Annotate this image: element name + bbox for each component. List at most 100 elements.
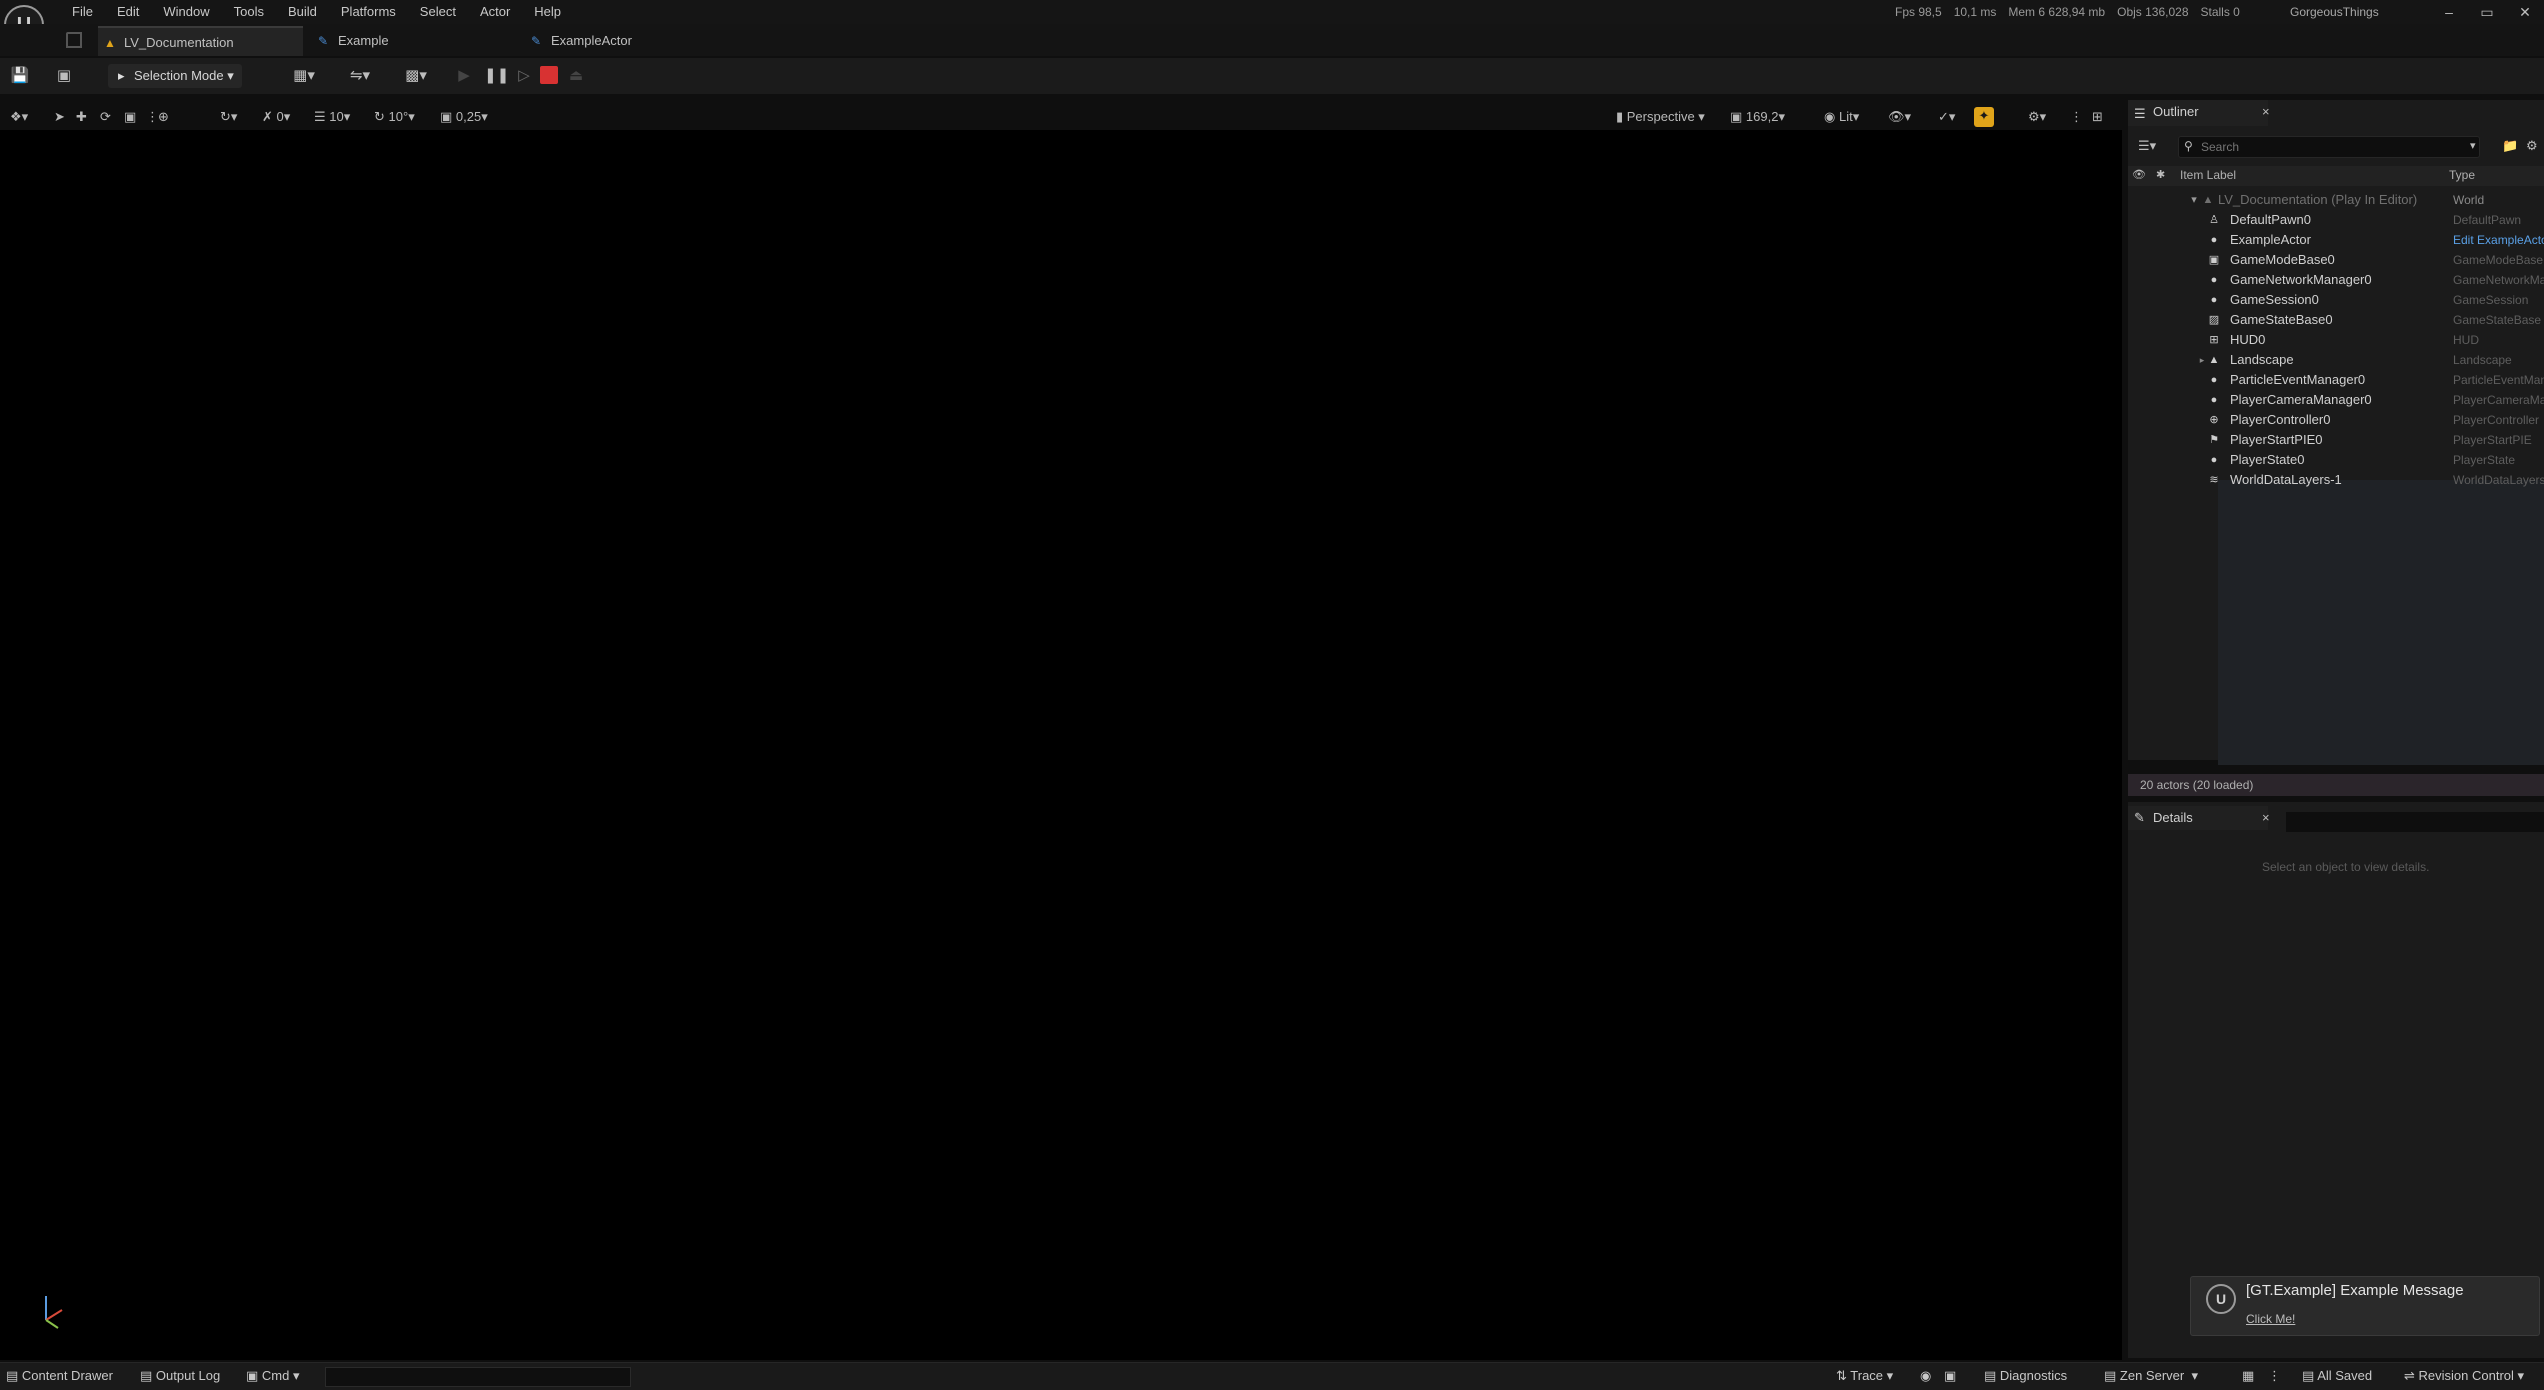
source-control-icon[interactable]: ▦	[2242, 1368, 2254, 1384]
expand-arrow-icon[interactable]: ▸	[2196, 354, 2208, 366]
world-row[interactable]: ▾ ▲ LV_Documentation (Play In Editor) Wo…	[2128, 190, 2544, 210]
all-saved-button[interactable]: ▤ All Saved	[2302, 1368, 2372, 1384]
selection-mode-dropdown[interactable]: Selection Mode ▾	[108, 64, 242, 88]
settings-gear-icon[interactable]: ⚙▾	[2028, 108, 2046, 126]
tab-lv-documentation[interactable]: ▲ LV_Documentation	[98, 26, 303, 56]
filter-icon[interactable]: ☰▾	[2138, 138, 2156, 154]
expand-arrow-icon[interactable]: ▾	[2188, 194, 2200, 206]
column-item-label[interactable]: Item Label	[2180, 168, 2236, 182]
chevron-down-icon[interactable]: ▾	[2470, 139, 2476, 152]
output-log-button[interactable]: ▤ Output Log	[140, 1368, 220, 1384]
camera-speed-dropdown[interactable]: ▣ 169,2▾	[1730, 108, 1785, 126]
more-options-icon[interactable]: ⋮	[2268, 1368, 2281, 1384]
details-close-button[interactable]: ×	[2262, 810, 2270, 825]
toast-click-me-link[interactable]: Click Me!	[2246, 1312, 2295, 1326]
outliner-title: Outliner	[2153, 104, 2199, 119]
blueprints-icon[interactable]: ⇋▾	[344, 66, 376, 86]
perspective-dropdown[interactable]: ▮ Perspective ▾	[1616, 108, 1705, 126]
add-folder-icon[interactable]: 📁	[2502, 138, 2518, 154]
outliner-row[interactable]: ● ParticleEventManager0 ParticleEventMan…	[2128, 370, 2544, 390]
details-title: Details	[2153, 810, 2193, 825]
realtime-icon[interactable]: ✓▾	[1938, 108, 1955, 126]
menu-file[interactable]: File	[60, 0, 105, 24]
outliner-settings-icon[interactable]: ⚙	[2526, 138, 2538, 154]
outliner-row[interactable]: ▸ ▲ Landscape Landscape	[2128, 350, 2544, 370]
play-icon[interactable]: ▶	[454, 66, 474, 86]
outliner-row[interactable]: ● PlayerState0 PlayerState	[2128, 450, 2544, 470]
step-frame-button[interactable]: ▷	[514, 66, 534, 86]
console-command-input[interactable]	[325, 1367, 631, 1387]
rotate-icon[interactable]: ⟳	[100, 108, 111, 126]
select-icon[interactable]: ➤	[54, 108, 65, 126]
outliner-row[interactable]: ● ExampleActor Edit ExampleActor	[2128, 230, 2544, 250]
tab-example-actor[interactable]: ✎ ExampleActor	[525, 26, 715, 56]
trace-dropdown[interactable]: ⇅ Trace ▾	[1836, 1368, 1893, 1384]
show-flags-icon[interactable]: 👁▾	[1888, 108, 1911, 126]
menu-edit[interactable]: Edit	[105, 0, 151, 24]
outliner-row[interactable]: ▨ GameStateBase0 GameStateBase	[2128, 310, 2544, 330]
visibility-eye-icon[interactable]: 👁	[2132, 168, 2146, 181]
menu-platforms[interactable]: Platforms	[329, 0, 408, 24]
outliner-row[interactable]: ● GameNetworkManager0 GameNetworkManager	[2128, 270, 2544, 290]
outliner-row[interactable]: ⊕ PlayerController0 PlayerController	[2128, 410, 2544, 430]
column-type[interactable]: Type	[2449, 168, 2475, 182]
tab-example[interactable]: ✎ Example	[312, 26, 502, 56]
outliner-row[interactable]: ● PlayerCameraManager0 PlayerCameraManag…	[2128, 390, 2544, 410]
scale-icon[interactable]: ▣	[124, 108, 136, 126]
browse-icon[interactable]: ▣	[54, 66, 74, 86]
translate-icon[interactable]: ✚	[76, 108, 87, 126]
save-icon[interactable]: 💾	[10, 66, 30, 86]
outliner-search-input[interactable]	[2178, 136, 2480, 158]
eject-button[interactable]: ⏏	[566, 66, 586, 86]
details-tab[interactable]	[2128, 806, 2268, 830]
close-window-button[interactable]: ✕	[2506, 1, 2544, 23]
add-actor-icon[interactable]: ▦▾	[288, 66, 320, 86]
stop-button[interactable]	[540, 66, 558, 84]
menu-help[interactable]: Help	[522, 0, 573, 24]
rotate-snap-toggle[interactable]: ↻ 10°▾	[374, 108, 415, 126]
world-space-icon[interactable]: ⊕	[158, 108, 169, 126]
menu-select[interactable]: Select	[408, 0, 468, 24]
level-viewport[interactable]	[0, 130, 2122, 1360]
menu-actor[interactable]: Actor	[468, 0, 522, 24]
minimize-button[interactable]: –	[2430, 1, 2468, 23]
layout-icon[interactable]: ⊞	[2092, 108, 2103, 126]
menu-tools[interactable]: Tools	[222, 0, 276, 24]
scale-snap-toggle[interactable]: ▣ 0,25▾	[440, 108, 488, 126]
pin-icon[interactable]: ✱	[2156, 168, 2165, 181]
outliner-row[interactable]: ⊞ HUD0 HUD	[2128, 330, 2544, 350]
maximize-button[interactable]: ▭	[2468, 1, 2506, 23]
outliner-row[interactable]: ⚑ PlayerStartPIE0 PlayerStartPIE	[2128, 430, 2544, 450]
game-view-toggle-icon[interactable]: ✦	[1974, 107, 1994, 127]
vertical-more-icon[interactable]: ⋮	[2070, 108, 2083, 126]
outliner-close-button[interactable]: ×	[2262, 104, 2270, 119]
actor-icon: ●	[2210, 454, 2218, 466]
content-drawer-button[interactable]: ▤ Content Drawer	[6, 1368, 113, 1384]
edit-example-actor-link[interactable]: Edit ExampleActor	[2453, 230, 2544, 250]
row-type: GameStateBase	[2453, 313, 2542, 327]
record-icon[interactable]: ◉	[1920, 1368, 1931, 1384]
outliner-row[interactable]: ≋ WorldDataLayers-1 WorldDataLayers	[2128, 470, 2544, 490]
cinematics-icon[interactable]: ▩▾	[400, 66, 432, 86]
pause-button[interactable]: ❚❚	[484, 66, 509, 86]
grid-snap-toggle[interactable]: ☰ 10▾	[314, 108, 350, 126]
outliner-row[interactable]: ● GameSession0 GameSession	[2128, 290, 2544, 310]
zen-server-dropdown[interactable]: ▤ Zen Server ▾	[2104, 1368, 2198, 1384]
outliner-row[interactable]: ▣ GameModeBase0 GameModeBase	[2128, 250, 2544, 270]
translate-snap-toggle[interactable]: ✗ 0▾	[262, 108, 290, 126]
menu-window[interactable]: Window	[151, 0, 221, 24]
camera-icon[interactable]: ▣	[1944, 1368, 1956, 1384]
outliner-row[interactable]: ♙ DefaultPawn0 DefaultPawn	[2128, 210, 2544, 230]
lighting-mode-dropdown[interactable]: ◉ Lit▾	[1824, 108, 1859, 126]
diagnostics-button[interactable]: ▤ Diagnostics	[1984, 1368, 2067, 1384]
row-label: PlayerController0	[2230, 412, 2331, 427]
home-icon[interactable]	[66, 32, 82, 48]
transform-mode-icon[interactable]: ❖▾	[10, 108, 28, 126]
actor-icon: ●	[2210, 294, 2218, 306]
details-search-input[interactable]	[2286, 812, 2544, 832]
details-panel	[2128, 802, 2544, 1358]
menu-build[interactable]: Build	[276, 0, 329, 24]
cmd-dropdown[interactable]: ▣ Cmd ▾	[246, 1368, 300, 1384]
revision-control-dropdown[interactable]: ⇌ Revision Control ▾	[2404, 1368, 2524, 1384]
surface-snap-icon[interactable]: ↻▾	[220, 108, 237, 126]
